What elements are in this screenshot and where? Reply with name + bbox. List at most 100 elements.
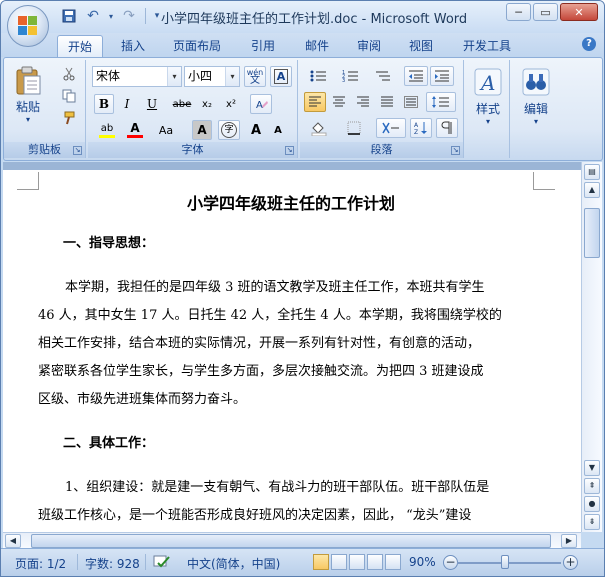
undo-dropdown[interactable]: ▾: [107, 7, 115, 25]
outline-view-button[interactable]: [367, 554, 383, 570]
svg-text:3: 3: [342, 78, 345, 83]
tab-page-layout[interactable]: 页面布局: [163, 35, 231, 57]
close-button[interactable]: ✕: [560, 3, 598, 21]
previous-page-button[interactable]: ⇞: [584, 478, 600, 494]
horizontal-scroll-thumb[interactable]: [31, 534, 551, 548]
page-count-status[interactable]: 页面: 1/2: [15, 555, 66, 572]
paragraph-mark-icon: [441, 121, 452, 134]
tab-insert[interactable]: 插入: [111, 35, 155, 57]
numbering-icon: 123: [342, 70, 358, 83]
cut-button[interactable]: [58, 64, 80, 84]
tab-view[interactable]: 视图: [399, 35, 443, 57]
tab-home[interactable]: 开始: [57, 35, 104, 57]
align-center-button[interactable]: [328, 92, 350, 112]
vertical-scroll-thumb[interactable]: [584, 208, 600, 258]
tab-developer[interactable]: 开发工具: [453, 35, 521, 57]
character-border-button[interactable]: A: [270, 66, 292, 87]
increase-indent-button[interactable]: [430, 66, 454, 86]
font-name-combo[interactable]: 宋体 ▾: [92, 66, 182, 87]
minimize-button[interactable]: ─: [506, 3, 531, 21]
help-icon[interactable]: ?: [582, 37, 596, 51]
shading-button[interactable]: [304, 118, 336, 138]
restore-button[interactable]: ▭: [533, 3, 558, 21]
binoculars-icon: [522, 68, 550, 96]
grow-font-button[interactable]: A: [246, 120, 266, 140]
scroll-right-button[interactable]: ▶: [561, 534, 577, 548]
chinese-layout-button[interactable]: [376, 118, 406, 138]
ruler-toggle-icon[interactable]: ▤: [584, 164, 600, 180]
line-spacing-button[interactable]: [426, 92, 456, 112]
increase-indent-icon: [435, 70, 449, 82]
align-left-button[interactable]: [304, 92, 326, 112]
strikethrough-button[interactable]: abe: [170, 94, 194, 114]
superscript-button[interactable]: x²: [220, 94, 242, 114]
zoom-slider-track[interactable]: [457, 562, 561, 564]
save-button[interactable]: [59, 7, 79, 25]
document-area[interactable]: 小学四年级班主任的工作计划 一、指导思想： 本学期，我担任的是四年级 3 班的语…: [3, 162, 581, 532]
align-right-button[interactable]: [352, 92, 374, 112]
highlight-button[interactable]: ab: [94, 120, 120, 140]
change-case-button[interactable]: Aa: [152, 120, 180, 140]
document-page[interactable]: 小学四年级班主任的工作计划 一、指导思想： 本学期，我担任的是四年级 3 班的语…: [13, 170, 569, 532]
zoom-slider-thumb[interactable]: [501, 555, 509, 569]
multilevel-list-button[interactable]: [368, 66, 398, 86]
numbering-button[interactable]: 123: [336, 66, 366, 86]
show-hide-marks-button[interactable]: [436, 118, 458, 138]
character-shading-button[interactable]: A: [192, 120, 212, 140]
tab-mailings[interactable]: 邮件: [295, 35, 339, 57]
horizontal-scrollbar[interactable]: ◀ ▶: [3, 532, 581, 548]
shrink-font-button[interactable]: A: [268, 120, 288, 140]
bold-button[interactable]: B: [94, 94, 114, 114]
select-browse-object-icon[interactable]: ●: [584, 496, 600, 512]
clipboard-launcher-button[interactable]: ↘: [73, 146, 82, 155]
tab-review[interactable]: 审阅: [347, 35, 391, 57]
word-count-status[interactable]: 字数: 928: [85, 555, 140, 572]
clear-formatting-button[interactable]: A: [250, 94, 272, 114]
zoom-level[interactable]: 90%: [409, 555, 436, 569]
italic-button[interactable]: I: [117, 94, 137, 114]
font-color-button[interactable]: A: [122, 120, 148, 140]
borders-button[interactable]: [340, 118, 372, 138]
next-page-button[interactable]: ⇟: [584, 514, 600, 530]
scroll-down-button[interactable]: ▼: [584, 460, 600, 476]
vertical-scrollbar[interactable]: ▤ ▲ ▼ ⇞ ● ⇟: [581, 162, 602, 532]
font-launcher-button[interactable]: ↘: [285, 146, 294, 155]
editing-button[interactable]: 编辑 ▾: [516, 66, 556, 126]
scroll-left-button[interactable]: ◀: [5, 534, 21, 548]
scroll-up-button[interactable]: ▲: [584, 182, 600, 198]
font-name-dropdown-icon[interactable]: ▾: [167, 67, 181, 86]
distributed-button[interactable]: [400, 92, 422, 112]
paragraph-launcher-button[interactable]: ↘: [451, 146, 460, 155]
styles-button[interactable]: A 样式 ▾: [470, 66, 506, 126]
copy-button[interactable]: [58, 86, 80, 106]
undo-button[interactable]: ↶: [83, 7, 103, 25]
paste-button[interactable]: 粘贴 ▾: [10, 64, 46, 124]
font-size-dropdown-icon[interactable]: ▾: [225, 67, 239, 86]
font-size-combo[interactable]: 小四 ▾: [184, 66, 240, 87]
zoom-out-button[interactable]: −: [443, 555, 458, 570]
draft-view-button[interactable]: [385, 554, 401, 570]
decrease-indent-button[interactable]: [404, 66, 428, 86]
document-title: 小学四年级班主任的工作计划: [186, 194, 395, 213]
redo-button[interactable]: ↷: [119, 7, 139, 25]
sort-button[interactable]: AZ: [410, 118, 432, 138]
justify-button[interactable]: [376, 92, 398, 112]
ribbon: 粘贴 ▾ 剪贴板 ↘ 宋体 ▾ 小四 ▾ wén 文 A B I U abe x…: [3, 57, 603, 161]
phonetic-guide-button[interactable]: wén 文: [244, 66, 266, 87]
zoom-in-button[interactable]: +: [563, 555, 578, 570]
proofing-icon[interactable]: [153, 555, 171, 572]
format-painter-button[interactable]: [58, 108, 80, 128]
underline-button[interactable]: U: [140, 94, 164, 114]
bullets-button[interactable]: [304, 66, 334, 86]
full-screen-reading-view-button[interactable]: [331, 554, 347, 570]
print-layout-view-button[interactable]: [313, 554, 329, 570]
tab-references[interactable]: 引用: [241, 35, 285, 57]
subscript-button[interactable]: x₂: [196, 94, 218, 114]
paragraph-group: 123 A Z 段落 ↘: [300, 60, 464, 158]
enclose-characters-button[interactable]: 字: [218, 120, 240, 140]
align-center-icon: [333, 96, 345, 107]
language-status[interactable]: 中文(简体，中国): [187, 555, 280, 572]
styles-dropdown-icon: ▾: [485, 117, 490, 126]
office-button[interactable]: [7, 5, 49, 47]
web-layout-view-button[interactable]: [349, 554, 365, 570]
